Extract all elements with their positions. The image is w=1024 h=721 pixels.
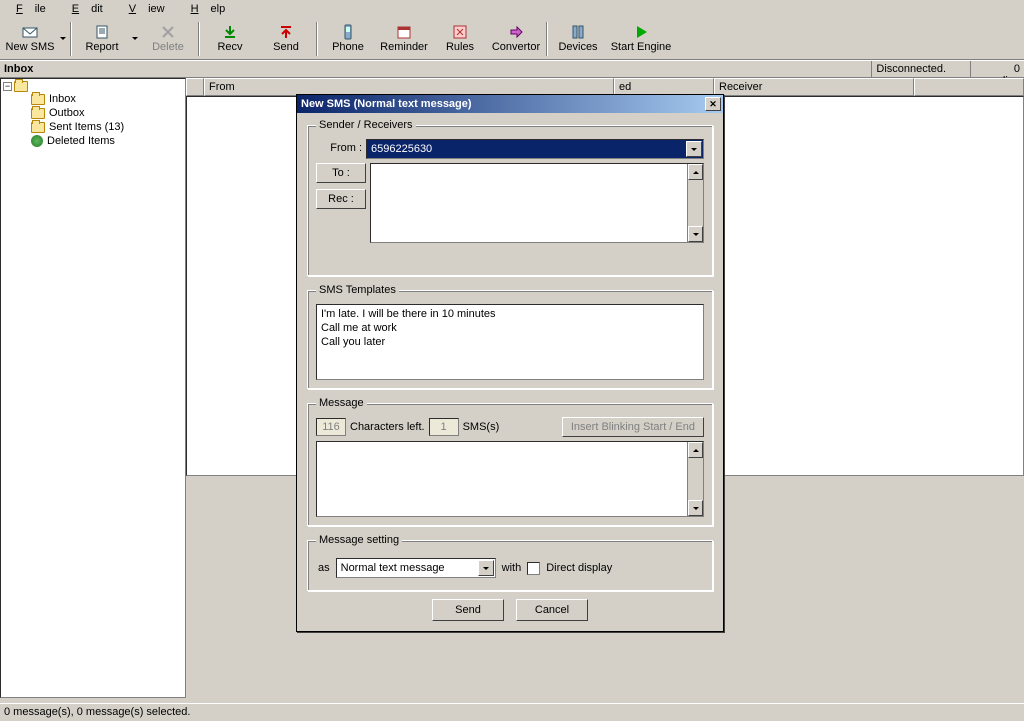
rules-button[interactable]: Rules xyxy=(432,19,488,59)
menu-view[interactable]: View xyxy=(117,2,177,16)
chars-left-value: 116 xyxy=(316,418,346,436)
recv-button[interactable]: Recv xyxy=(202,19,258,59)
cancel-button[interactable]: Cancel xyxy=(516,599,588,621)
sms-count-label: SMS(s) xyxy=(463,421,500,433)
delete-icon xyxy=(160,24,176,40)
send-icon xyxy=(278,24,294,40)
message-group: Message 116 Characters left. 1 SMS(s) In… xyxy=(307,397,713,526)
rec-button[interactable]: Rec : xyxy=(316,189,366,209)
tree-item-inbox[interactable]: Inbox xyxy=(3,92,183,106)
chars-left-label: Characters left. xyxy=(350,421,425,433)
menu-help[interactable]: Help xyxy=(179,2,238,16)
reminder-icon xyxy=(396,24,412,40)
scroll-up-icon[interactable] xyxy=(688,164,703,180)
reminder-button[interactable]: Reminder xyxy=(376,19,432,59)
to-field[interactable] xyxy=(370,163,704,243)
template-item[interactable]: Call me at work xyxy=(319,321,701,335)
template-item[interactable]: Call you later xyxy=(319,335,701,349)
sender-receivers-group: Sender / Receivers From : 6596225630 To … xyxy=(307,119,713,276)
convertor-button[interactable]: Convertor xyxy=(488,19,544,59)
direct-display-checkbox[interactable] xyxy=(527,562,540,575)
chevron-down-icon[interactable] xyxy=(478,560,494,576)
close-icon[interactable]: ✕ xyxy=(705,97,721,111)
status-bar: 0 message(s), 0 message(s) selected. xyxy=(0,703,1024,721)
folder-icon xyxy=(31,122,45,133)
phone-button[interactable]: Phone xyxy=(320,19,376,59)
convertor-icon xyxy=(508,24,524,40)
devices-icon xyxy=(570,24,586,40)
message-setting-group: Message setting as Normal text message w… xyxy=(307,534,713,591)
toolbar: New SMS Report Delete Recv Send Phone Re… xyxy=(0,18,1024,60)
grid-col-receiver[interactable]: Receiver xyxy=(714,78,914,96)
new-sms-dropdown[interactable] xyxy=(58,19,68,59)
message-textarea[interactable] xyxy=(316,441,704,517)
rules-icon xyxy=(452,24,468,40)
from-select[interactable]: 6596225630 xyxy=(366,139,704,159)
sms-count-value: 1 xyxy=(429,418,459,436)
to-button[interactable]: To : xyxy=(316,163,366,183)
recycle-icon xyxy=(31,135,43,147)
chevron-down-icon[interactable] xyxy=(686,141,702,157)
phone-icon xyxy=(340,24,356,40)
insert-blinking-button[interactable]: Insert Blinking Start / End xyxy=(562,417,704,437)
templates-group: SMS Templates I'm late. I will be there … xyxy=(307,284,713,389)
folder-icon xyxy=(31,94,45,105)
folder-icon xyxy=(14,81,28,92)
menu-edit[interactable]: Edit xyxy=(60,2,115,16)
delete-button: Delete xyxy=(140,19,196,59)
new-sms-dialog: New SMS (Normal text message) ✕ Sender /… xyxy=(296,94,724,632)
templates-list[interactable]: I'm late. I will be there in 10 minutes … xyxy=(316,304,704,380)
message-type-select[interactable]: Normal text message xyxy=(336,558,496,578)
scroll-down-icon[interactable] xyxy=(688,226,703,242)
folder-icon xyxy=(31,108,45,119)
folder-tree[interactable]: − Inbox Outbox Sent Items (13) Deleted I… xyxy=(0,78,186,698)
report-dropdown[interactable] xyxy=(130,19,140,59)
play-icon xyxy=(633,24,649,40)
report-button[interactable]: Report xyxy=(74,19,130,59)
tree-item-sent[interactable]: Sent Items (13) xyxy=(3,120,183,134)
menu-file[interactable]: File xyxy=(4,2,58,16)
tree-item-outbox[interactable]: Outbox xyxy=(3,106,183,120)
with-label: with xyxy=(502,562,522,574)
send-button[interactable]: Send xyxy=(432,599,504,621)
grid-col-blank xyxy=(914,78,1024,96)
scrollbar[interactable] xyxy=(687,164,703,242)
tree-item-deleted[interactable]: Deleted Items xyxy=(3,134,183,148)
folder-title: Inbox xyxy=(0,61,872,77)
send-button[interactable]: Send xyxy=(258,19,314,59)
connection-status: Disconnected. xyxy=(872,61,971,77)
dialog-titlebar[interactable]: New SMS (Normal text message) ✕ xyxy=(297,95,723,113)
devices-button[interactable]: Devices xyxy=(550,19,606,59)
new-sms-button[interactable]: New SMS xyxy=(2,19,58,59)
recv-icon xyxy=(222,24,238,40)
mail-icon xyxy=(22,24,38,40)
report-icon xyxy=(94,24,110,40)
scrollbar[interactable] xyxy=(687,442,703,516)
start-engine-button[interactable]: Start Engine xyxy=(606,19,676,59)
scroll-down-icon[interactable] xyxy=(688,500,703,516)
direct-display-label: Direct display xyxy=(546,562,612,574)
template-item[interactable]: I'm late. I will be there in 10 minutes xyxy=(319,307,701,321)
from-label: From : xyxy=(316,139,366,154)
scroll-up-icon[interactable] xyxy=(688,442,703,458)
pending-status: 0 pending message xyxy=(971,61,1024,77)
menubar: File Edit View Help xyxy=(0,0,1024,18)
as-label: as xyxy=(318,562,330,574)
grid-col-icon[interactable] xyxy=(186,78,204,96)
dialog-title: New SMS (Normal text message) xyxy=(299,98,705,110)
tree-collapse-icon[interactable]: − xyxy=(3,82,12,91)
status-row: Inbox Disconnected. 0 pending message xyxy=(0,60,1024,78)
